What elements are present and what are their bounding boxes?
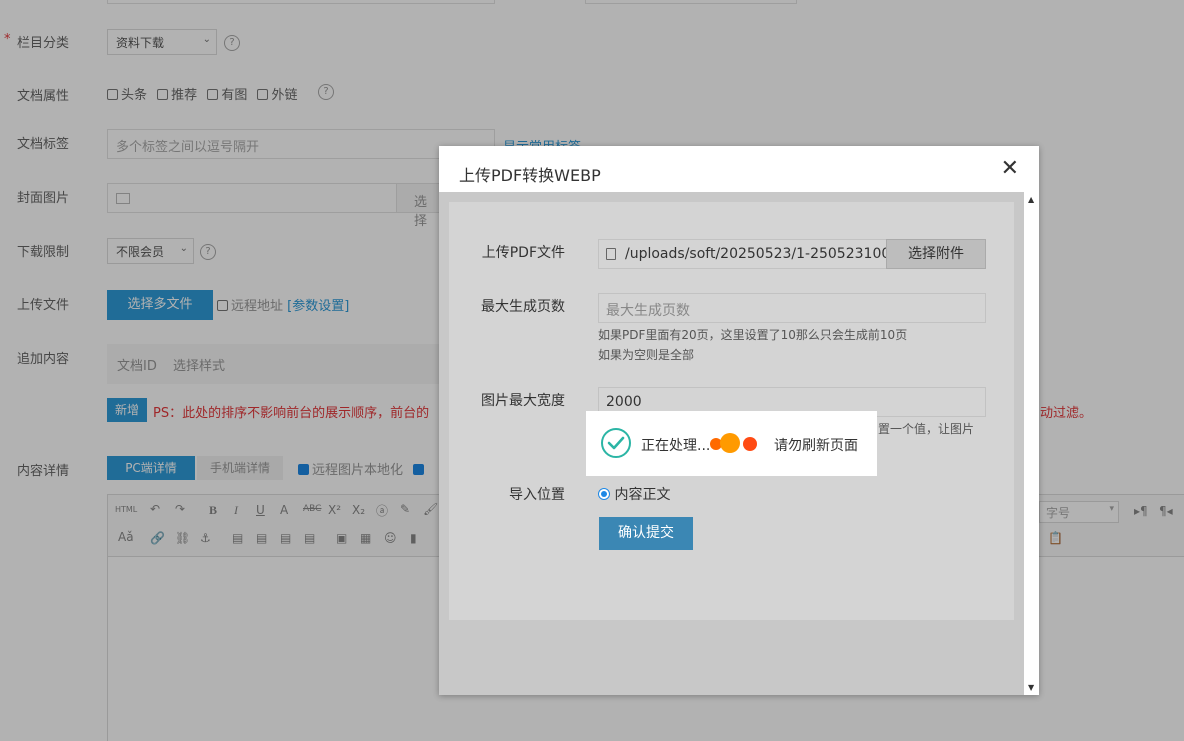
file-icon [606,248,616,260]
max-pages-label: 最大生成页数 [481,299,565,315]
select-attachment-button[interactable]: 选择附件 [886,239,986,269]
close-icon[interactable]: ✕ [1001,156,1019,181]
loading-text: 正在处理... [641,438,711,454]
max-width-label: 图片最大宽度 [481,393,565,409]
import-position-label: 导入位置 [509,487,565,503]
pdf-file-input[interactable]: /uploads/soft/20250523/1-250523100100 [598,239,887,269]
loading-toast: 正在处理... 请勿刷新页面 [586,411,877,476]
pdf-file-label: 上传PDF文件 [481,245,565,261]
max-pages-hint-empty: 如果为空则是全部 [598,348,695,362]
import-position-radio[interactable]: 内容正文 [598,484,670,504]
loading-dot-icon [720,433,740,453]
no-refresh-note: 请勿刷新页面 [774,438,858,454]
max-pages-hint: 如果PDF里面有20页，这里设置了10那么只会生成前10页 [598,328,908,342]
scroll-down-icon[interactable]: ▼ [1028,683,1034,692]
radio-checked-icon[interactable] [598,488,610,500]
scroll-up-icon[interactable]: ▲ [1028,195,1034,204]
max-pages-input[interactable]: 最大生成页数 [598,293,986,323]
max-width-hint: 置一个值，让图片 [878,422,975,436]
loading-dot-icon [743,437,757,451]
check-circle-icon [601,428,631,458]
modal-scrollbar[interactable]: ▲ ▼ [1024,192,1039,695]
submit-button[interactable]: 确认提交 [599,517,693,550]
modal-title: 上传PDF转换WEBP [459,166,601,185]
